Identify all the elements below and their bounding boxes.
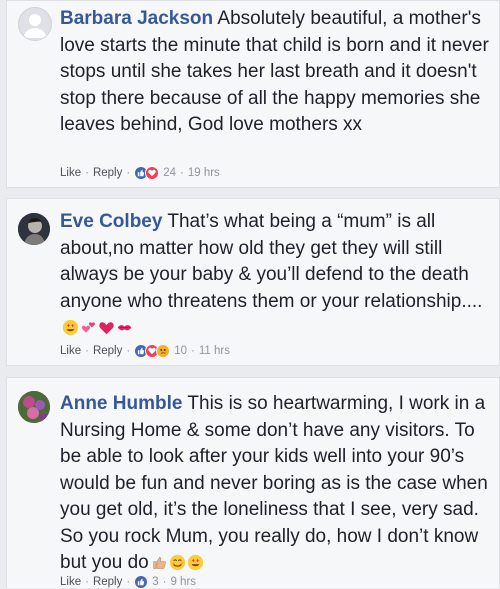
emoji-group xyxy=(62,319,133,336)
smiling-emoji xyxy=(169,555,185,571)
avatar[interactable] xyxy=(18,213,50,245)
reaction-count[interactable]: 3 xyxy=(152,576,158,588)
love-reaction-icon xyxy=(145,166,160,180)
like-link[interactable]: Like xyxy=(60,167,81,179)
comment-author[interactable]: Eve Colbey xyxy=(60,211,162,232)
red-heart-emoji xyxy=(99,322,114,335)
reactions-summary[interactable] xyxy=(134,166,160,180)
comment-card: Barbara Jackson Absolutely beautiful, a … xyxy=(6,0,500,188)
timestamp[interactable]: 19 hrs xyxy=(188,167,220,179)
like-link[interactable]: Like xyxy=(60,345,81,357)
heart-eyes-emoji xyxy=(187,555,203,571)
reply-link[interactable]: Reply xyxy=(93,345,122,357)
heart-eyes-emoji xyxy=(62,320,79,336)
like-link[interactable]: Like xyxy=(60,576,81,588)
kiss-mark-emoji xyxy=(117,325,132,331)
avatar[interactable] xyxy=(18,7,52,41)
comment-card: Anne Humble This is so heartwarming, I w… xyxy=(6,377,500,589)
two-hearts-emoji xyxy=(81,322,95,334)
reply-link[interactable]: Reply xyxy=(93,576,122,588)
comment-meta: Like · Reply · 3 · 9 hrs xyxy=(60,575,197,589)
reaction-count[interactable]: 10 xyxy=(174,345,187,357)
comment-author[interactable]: Barbara Jackson xyxy=(60,8,213,29)
comment-card: Eve Colbey That’s what being a “mum” is … xyxy=(6,198,500,366)
comment-text: Barbara Jackson Absolutely beautiful, a … xyxy=(60,6,493,139)
avatar[interactable] xyxy=(18,391,50,423)
timestamp[interactable]: 11 hrs xyxy=(199,345,230,357)
comment-text: Anne Humble This is so heartwarming, I w… xyxy=(60,391,493,577)
like-reaction-icon xyxy=(134,575,149,589)
sad-reaction-icon xyxy=(156,344,171,358)
comment-meta: Like · Reply · 10 · 11 hrs xyxy=(60,344,230,358)
reaction-count[interactable]: 24 xyxy=(163,167,176,179)
reactions-summary[interactable] xyxy=(134,344,171,358)
reply-link[interactable]: Reply xyxy=(93,167,122,179)
comment-text: Eve Colbey That’s what being a “mum” is … xyxy=(60,209,493,342)
comment-body: This is so heartwarming, I work in a Nur… xyxy=(60,393,488,573)
emoji-group xyxy=(151,554,204,571)
comment-author[interactable]: Anne Humble xyxy=(60,393,182,414)
reactions-summary[interactable] xyxy=(134,575,149,589)
comment-meta: Like · Reply · 24 · 19 hrs xyxy=(60,166,220,180)
timestamp[interactable]: 9 hrs xyxy=(170,576,196,588)
thumbs-up-emoji xyxy=(153,557,166,570)
